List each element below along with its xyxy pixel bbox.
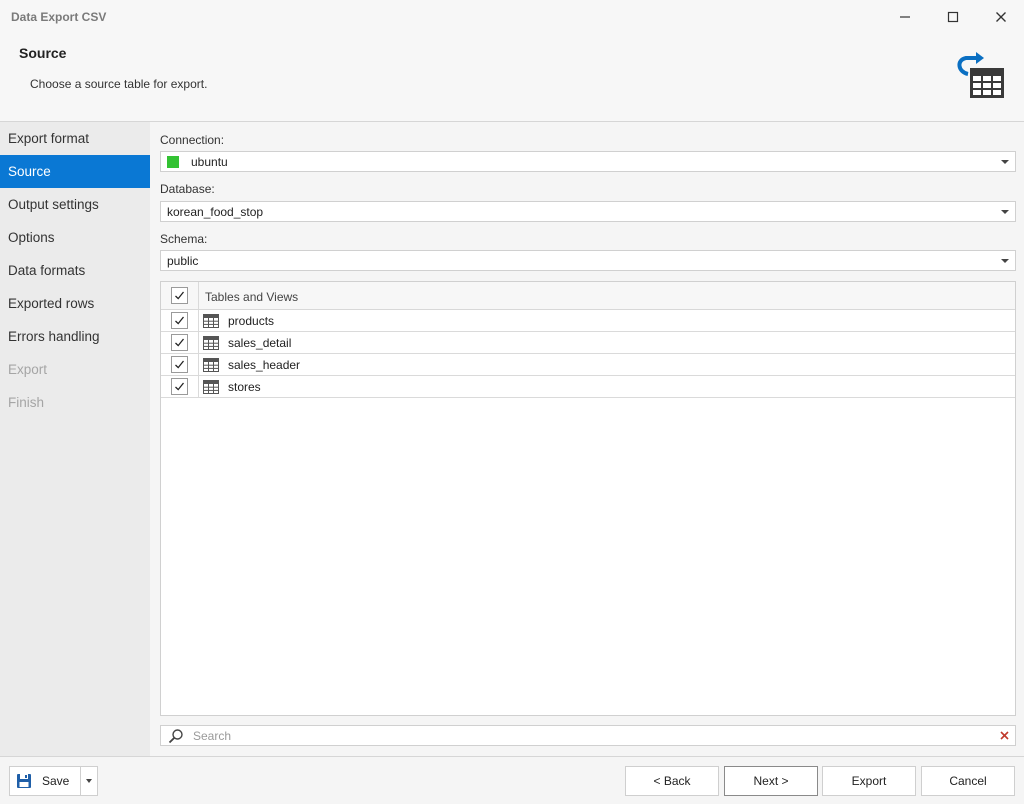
page-title: Source: [19, 45, 67, 61]
table-row[interactable]: sales_detail: [161, 332, 1015, 354]
database-select[interactable]: korean_food_stop: [160, 201, 1016, 222]
back-button[interactable]: < Back: [625, 766, 719, 796]
checkmark-icon: [175, 382, 185, 391]
maximize-button[interactable]: [930, 0, 976, 34]
wizard-sidebar: Export format Source Output settings Opt…: [0, 122, 150, 756]
table-name: products: [228, 314, 275, 328]
row-checkbox[interactable]: [171, 312, 188, 329]
connection-select[interactable]: ubuntu: [160, 151, 1016, 172]
database-value: korean_food_stop: [167, 204, 264, 219]
wizard-footer: Save < Back Next > Export Cancel: [0, 756, 1024, 804]
sidebar-item-data-formats[interactable]: Data formats: [0, 254, 150, 287]
chevron-down-icon: [1001, 259, 1009, 263]
next-button[interactable]: Next >: [724, 766, 818, 796]
schema-value: public: [167, 253, 199, 268]
export-button[interactable]: Export: [822, 766, 916, 796]
sidebar-item-finish: Finish: [8, 395, 45, 410]
table-row[interactable]: sales_header: [161, 354, 1015, 376]
search-input[interactable]: [193, 728, 973, 743]
table-icon: [203, 380, 219, 394]
chevron-down-icon: [1001, 160, 1009, 164]
grid-header: Tables and Views: [161, 282, 1015, 310]
sidebar-item-options[interactable]: Options: [0, 221, 150, 254]
save-options-dropdown[interactable]: [80, 767, 97, 795]
column-separator: [198, 376, 199, 397]
table-row[interactable]: products: [161, 310, 1015, 332]
table-name: stores: [228, 380, 261, 394]
connection-value: ubuntu: [191, 154, 228, 169]
schema-select[interactable]: public: [160, 250, 1016, 271]
table-name: sales_detail: [228, 336, 292, 350]
schema-label: Schema:: [160, 232, 208, 246]
cancel-button[interactable]: Cancel: [921, 766, 1015, 796]
database-label: Database:: [160, 182, 215, 196]
row-checkbox[interactable]: [171, 378, 188, 395]
checkmark-icon: [175, 291, 185, 300]
table-name: sales_header: [228, 358, 301, 372]
clear-search-icon[interactable]: [1000, 731, 1009, 740]
search-icon: [168, 729, 183, 744]
wizard-header: Source Choose a source table for export.: [0, 34, 1024, 122]
checkmark-icon: [175, 316, 185, 325]
floppy-disk-icon: [17, 774, 31, 788]
tables-grid: Tables and Views products sales_detail s…: [160, 281, 1016, 716]
row-checkbox[interactable]: [171, 334, 188, 351]
checkmark-icon: [175, 338, 185, 347]
save-button[interactable]: Save: [10, 767, 80, 795]
connection-label: Connection:: [160, 133, 225, 147]
save-label: Save: [42, 774, 70, 788]
column-separator: [198, 332, 199, 353]
column-header-tables-and-views: Tables and Views: [205, 290, 299, 304]
row-checkbox[interactable]: [171, 356, 188, 373]
maximize-icon: [947, 11, 959, 23]
column-separator: [198, 354, 199, 375]
title-bar: Data Export CSV: [0, 0, 1024, 34]
connection-status-icon: [167, 155, 179, 168]
table-icon: [203, 314, 219, 328]
table-icon: [203, 358, 219, 372]
sidebar-item-export: Export: [8, 362, 48, 377]
column-separator: [198, 282, 199, 309]
table-row[interactable]: stores: [161, 376, 1015, 398]
chevron-down-icon: [86, 779, 92, 783]
sidebar-item-exported-rows[interactable]: Exported rows: [0, 287, 150, 320]
chevron-down-icon: [1001, 210, 1009, 214]
sidebar-item-output-settings[interactable]: Output settings: [0, 188, 150, 221]
sidebar-item-export-format[interactable]: Export format: [0, 122, 150, 155]
save-split-button: Save: [9, 766, 98, 796]
select-all-checkbox[interactable]: [171, 287, 188, 304]
sidebar-item-errors-handling[interactable]: Errors handling: [0, 320, 150, 353]
page-description: Choose a source table for export.: [30, 77, 208, 91]
minimize-button[interactable]: [882, 0, 928, 34]
minimize-icon: [900, 16, 910, 18]
table-icon: [203, 336, 219, 350]
column-separator: [198, 310, 199, 331]
close-button[interactable]: [978, 0, 1024, 34]
search-box: [160, 725, 1016, 746]
close-icon: [996, 12, 1006, 22]
table-export-icon: [957, 52, 1004, 98]
sidebar-item-source[interactable]: Source: [0, 155, 150, 188]
checkmark-icon: [175, 360, 185, 369]
source-panel: Connection: ubuntu Database: korean_food…: [150, 122, 1024, 756]
window-title: Data Export CSV: [11, 10, 107, 24]
